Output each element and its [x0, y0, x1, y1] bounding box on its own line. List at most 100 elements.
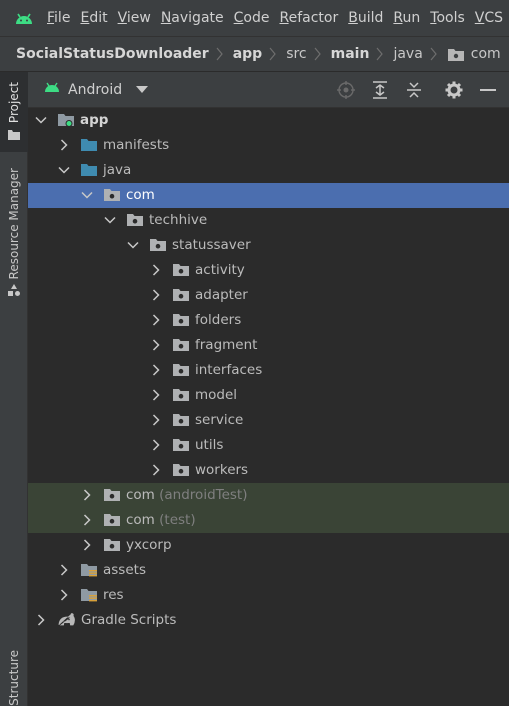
tree-node-folders[interactable]: folders [28, 308, 509, 333]
tree-node-label: service [195, 412, 243, 428]
tree-node-name: yxcorp [126, 537, 172, 553]
tree-node-fragment[interactable]: fragment [28, 333, 509, 358]
tree-node-label: com (test) [126, 512, 196, 528]
tree-node-label: utils [195, 437, 223, 453]
breadcrumb-main[interactable]: main [331, 46, 370, 62]
chevron-right-icon[interactable] [150, 339, 162, 351]
menu-edit[interactable]: Edit [75, 10, 112, 26]
chevron-right-icon [376, 46, 386, 62]
chevron-right-icon[interactable] [81, 489, 93, 501]
tree-node-label: folders [195, 312, 241, 328]
tree-node-label: model [195, 387, 237, 403]
tree-node-label: manifests [103, 137, 169, 153]
tree-node-adapter[interactable]: adapter [28, 283, 509, 308]
breadcrumb-project[interactable]: SocialStatusDownloader [16, 46, 209, 62]
chevron-right-icon[interactable] [150, 464, 162, 476]
chevron-right-icon[interactable] [150, 414, 162, 426]
chevron-down-icon[interactable] [35, 114, 47, 126]
chevron-right-icon[interactable] [58, 589, 70, 601]
breadcrumb-java[interactable]: java [393, 46, 422, 62]
tree-node-java[interactable]: java [28, 158, 509, 183]
tree-node-name: workers [195, 462, 249, 478]
tree-node-name: model [195, 387, 238, 403]
chevron-down-icon[interactable] [127, 239, 139, 251]
tree-node-interfaces[interactable]: interfaces [28, 358, 509, 383]
chevron-right-icon[interactable] [58, 139, 70, 151]
tree-node-activity[interactable]: activity [28, 258, 509, 283]
tree-node-app[interactable]: app [28, 108, 509, 133]
tree-node-assets[interactable]: assets [28, 558, 509, 583]
menu-bar: File Edit View Navigate Code Refactor Build Run… [0, 0, 509, 36]
chevron-right-icon[interactable] [150, 439, 162, 451]
hide-panel-icon[interactable] [475, 77, 501, 103]
chevron-down-icon[interactable] [104, 214, 116, 226]
menu-refactor[interactable]: Refactor [274, 10, 343, 26]
tree-node-name: service [195, 412, 244, 428]
tree-node-name: java [103, 162, 132, 178]
tree-node-name: utils [195, 437, 224, 453]
chevron-right-icon[interactable] [150, 314, 162, 326]
panel-toolbar [325, 72, 501, 108]
chevron-right-icon[interactable] [58, 564, 70, 576]
menu-build[interactable]: Build [343, 10, 388, 26]
source-folder-icon [80, 137, 98, 153]
breadcrumb-package[interactable]: com [471, 46, 501, 62]
tree-node-name: com [126, 487, 155, 503]
tree-node-statussaver[interactable]: statussaver [28, 233, 509, 258]
chevron-right-icon[interactable] [35, 614, 47, 626]
chevron-right-icon[interactable] [81, 539, 93, 551]
tree-node-com[interactable]: com (test) [28, 508, 509, 533]
chevron-right-icon [430, 46, 440, 62]
package-icon [172, 312, 190, 328]
breadcrumb-module[interactable]: app [233, 46, 263, 62]
view-mode-dropdown[interactable]: Android [44, 82, 149, 98]
menu-file[interactable]: File [42, 10, 75, 26]
tree-node-com[interactable]: com (androidTest) [28, 483, 509, 508]
chevron-right-icon[interactable] [150, 264, 162, 276]
tree-node-label: java [103, 162, 131, 178]
tree-node-name: activity [195, 262, 245, 278]
collapse-all-icon[interactable] [401, 77, 427, 103]
project-panel-header: Android [28, 72, 509, 108]
menu-navigate[interactable]: Navigate [156, 10, 229, 26]
chevron-right-icon[interactable] [150, 364, 162, 376]
resource-folder-icon [80, 562, 98, 578]
chevron-right-icon[interactable] [150, 389, 162, 401]
tree-node-res[interactable]: res [28, 583, 509, 608]
menu-code[interactable]: Code [229, 10, 275, 26]
chevron-down-icon[interactable] [81, 189, 93, 201]
tab-structure[interactable]: Structure [0, 650, 28, 706]
package-icon [172, 362, 190, 378]
menu-run[interactable]: Run [388, 10, 425, 26]
gear-icon[interactable] [441, 77, 467, 103]
tree-node-model[interactable]: model [28, 383, 509, 408]
expand-all-icon[interactable] [367, 77, 393, 103]
tree-node-yxcorp[interactable]: yxcorp [28, 533, 509, 558]
menu-view[interactable]: View [113, 10, 156, 26]
tree-node-manifests[interactable]: manifests [28, 133, 509, 158]
tree-node-gradle-scripts[interactable]: Gradle Scripts [28, 608, 509, 633]
tree-node-label: res [103, 587, 124, 603]
chevron-down-icon[interactable] [58, 164, 70, 176]
tree-node-label: workers [195, 462, 248, 478]
package-icon [172, 262, 190, 278]
select-opened-file-icon[interactable] [333, 77, 359, 103]
chevron-right-icon[interactable] [150, 289, 162, 301]
tab-resource-manager[interactable]: Resource Manager [0, 168, 28, 308]
tree-node-workers[interactable]: workers [28, 458, 509, 483]
tree-node-utils[interactable]: utils [28, 433, 509, 458]
menu-vcs[interactable]: VCS [470, 10, 508, 26]
tree-node-label: activity [195, 262, 245, 278]
breadcrumb-src[interactable]: src [286, 46, 306, 62]
tree-node-com[interactable]: com [28, 183, 509, 208]
tree-node-label: adapter [195, 287, 248, 303]
tree-node-name: manifests [103, 137, 170, 153]
breadcrumb: SocialStatusDownloader app src main java… [0, 36, 509, 72]
tree-node-techhive[interactable]: techhive [28, 208, 509, 233]
menu-tools[interactable]: Tools [425, 10, 470, 26]
tree-node-name: fragment [195, 337, 258, 353]
gradle-elephant-icon [57, 612, 77, 628]
tab-project[interactable]: Project [0, 72, 28, 152]
tree-node-service[interactable]: service [28, 408, 509, 433]
chevron-right-icon[interactable] [81, 514, 93, 526]
